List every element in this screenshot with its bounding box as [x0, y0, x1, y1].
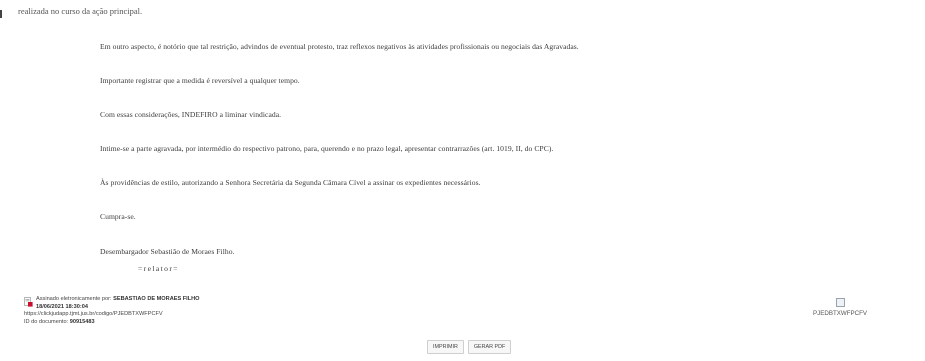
signatory-name: Desembargador Sebastião de Moraes Filho. [100, 247, 235, 256]
paragraph-providences: Às providências de estilo, autorizando a… [100, 178, 481, 187]
signed-label: Assinado eletronicamente por: [36, 296, 112, 302]
document-id-value: 90915483 [69, 318, 95, 325]
qr-code-text: PJEDBTXWFPCFV [813, 310, 867, 317]
paragraph-restriction: Em outro aspecto, é notório que tal rest… [100, 42, 579, 51]
signer-name: SEBASTIAO DE MORAES FILHO [113, 296, 200, 302]
action-buttons: IMPRIMIR GERAR PDF [427, 340, 515, 358]
paragraph-comply: Cumpra-se. [100, 212, 136, 221]
signature-signer-line: Assinado eletronicamente por: SEBASTIAO … [24, 296, 200, 304]
paragraph-reversible: Importante registrar que a medida é reve… [100, 76, 300, 85]
print-button[interactable]: IMPRIMIR [427, 340, 464, 354]
relator-label: =relator= [138, 264, 179, 273]
paragraph-summons: Intime-se a parte agravada, por interméd… [100, 144, 554, 153]
qr-code-area: PJEDBTXWFPCFV [808, 298, 872, 317]
document-id-line: ID do documento: 90915483 [24, 319, 200, 327]
signature-datetime: 18/06/2021 18:30:04 [24, 304, 200, 312]
previous-paragraph-fragment: realizada no curso da ação principal. [18, 6, 143, 16]
paragraph-decision: Com essas considerações, INDEFIRO a limi… [100, 110, 282, 119]
document-id-label: ID do documento: [24, 318, 69, 325]
broken-image-icon [835, 298, 845, 307]
signature-datetime-value: 18/06/2021 18:30:04 [36, 303, 88, 310]
signature-block: Assinado eletronicamente por: SEBASTIAO … [24, 296, 200, 326]
signature-url[interactable]: https://clickjudapp.tjmt.jus.br/codigo/P… [24, 311, 200, 319]
page-left-rule [0, 10, 2, 18]
generate-pdf-button[interactable]: GERAR PDF [467, 340, 512, 354]
